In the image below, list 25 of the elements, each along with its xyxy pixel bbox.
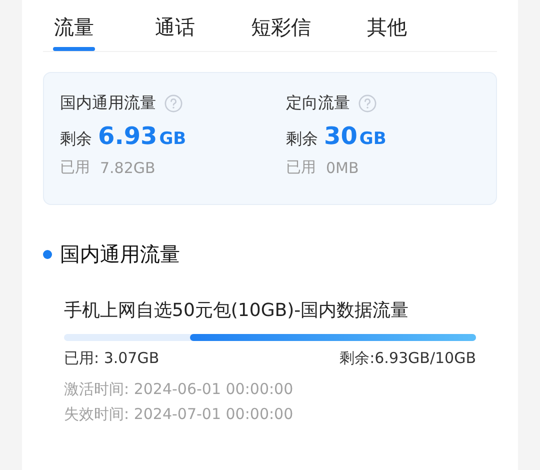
used-value: 0MB bbox=[326, 158, 359, 176]
package-name: 手机上网自选50元包(10GB)-国内数据流量 bbox=[64, 299, 410, 322]
remaining-amount: 剩余:6.93GB/10GB bbox=[340, 349, 476, 368]
bullet-dot bbox=[43, 250, 52, 259]
tab[interactable]: 流量 bbox=[53, 14, 95, 51]
used-label: 已用 bbox=[60, 158, 90, 177]
remaining-label: 剩余 bbox=[60, 129, 92, 150]
used-label: 已用 bbox=[286, 158, 316, 177]
remaining-unit: GB bbox=[359, 129, 386, 149]
summary-title: 国内通用流量 bbox=[60, 93, 156, 114]
tab[interactable]: 其他 bbox=[367, 14, 407, 51]
remaining-value: 6.93 bbox=[98, 122, 158, 150]
summary-title: 定向流量 bbox=[286, 93, 350, 114]
tab[interactable]: 短彩信 bbox=[251, 14, 311, 51]
used-amount: 已用: 3.07GB bbox=[64, 349, 160, 368]
tab[interactable]: 通话 bbox=[155, 14, 195, 51]
remaining-label: 剩余 bbox=[286, 129, 318, 150]
activation-time: 激活时间: 2024-06-01 00:00:00 bbox=[64, 380, 294, 399]
remaining-unit: GB bbox=[159, 129, 186, 149]
remaining-value: 30 bbox=[324, 122, 358, 150]
used-value: 7.82GB bbox=[100, 158, 156, 176]
help-icon[interactable] bbox=[164, 94, 183, 113]
help-icon[interactable] bbox=[358, 94, 377, 113]
section-title: 国内通用流量 bbox=[60, 241, 180, 268]
expiry-time: 失效时间: 2024-07-01 00:00:00 bbox=[64, 405, 294, 424]
